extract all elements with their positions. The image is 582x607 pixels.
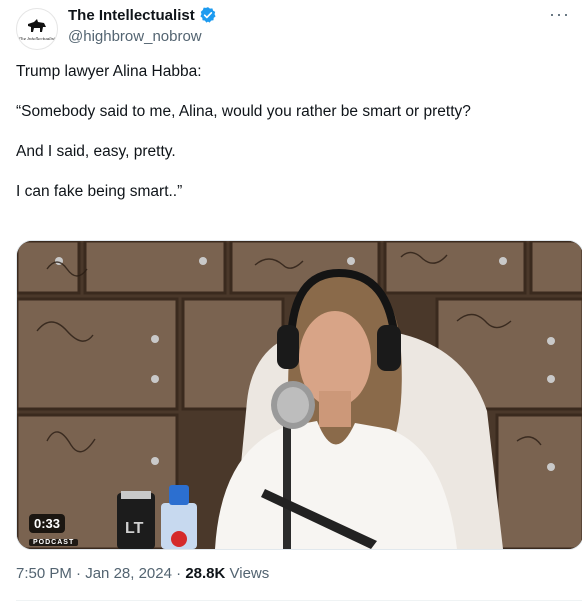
tweet-text: Trump lawyer Alina Habba: “Somebody said…	[16, 62, 566, 222]
views-label: Views	[225, 565, 270, 582]
more-options-button[interactable]: ···	[549, 4, 570, 25]
verified-badge-icon	[200, 7, 216, 23]
tweet-line: Trump lawyer Alina Habba:	[16, 63, 202, 80]
author-name-row: The Intellectualist	[68, 6, 217, 24]
meta-separator: ·	[71, 565, 86, 582]
divider	[16, 600, 582, 601]
meta-separator: ·	[171, 565, 186, 582]
horse-rider-icon	[28, 18, 46, 32]
tweet-date[interactable]: Jan 28, 2024	[85, 565, 172, 582]
avatar[interactable]: The Intellectualist	[16, 8, 58, 50]
video-frame: LT	[17, 241, 582, 549]
video-duration-badge: 0:33	[29, 514, 66, 533]
podcast-watermark: PODCAST	[29, 539, 79, 546]
video-player[interactable]: LT 0:33 PODCAST	[16, 240, 582, 550]
avatar-wordmark: The Intellectualist	[18, 35, 56, 41]
views-count[interactable]: 28.8K	[185, 565, 225, 582]
tweet-line: And I said, easy, pretty.	[16, 143, 176, 160]
can-label: LT	[125, 520, 144, 537]
tweet-meta: 7:50 PM · Jan 28, 2024 · 28.8K Views	[16, 565, 269, 582]
author-handle[interactable]: @highbrow_nobrow	[68, 28, 202, 45]
author-name[interactable]: The Intellectualist	[68, 7, 195, 24]
tweet-time[interactable]: 7:50 PM	[16, 565, 72, 582]
tweet-line: “Somebody said to me, Alina, would you r…	[16, 103, 471, 120]
tweet-line: I can fake being smart..”	[16, 183, 183, 200]
